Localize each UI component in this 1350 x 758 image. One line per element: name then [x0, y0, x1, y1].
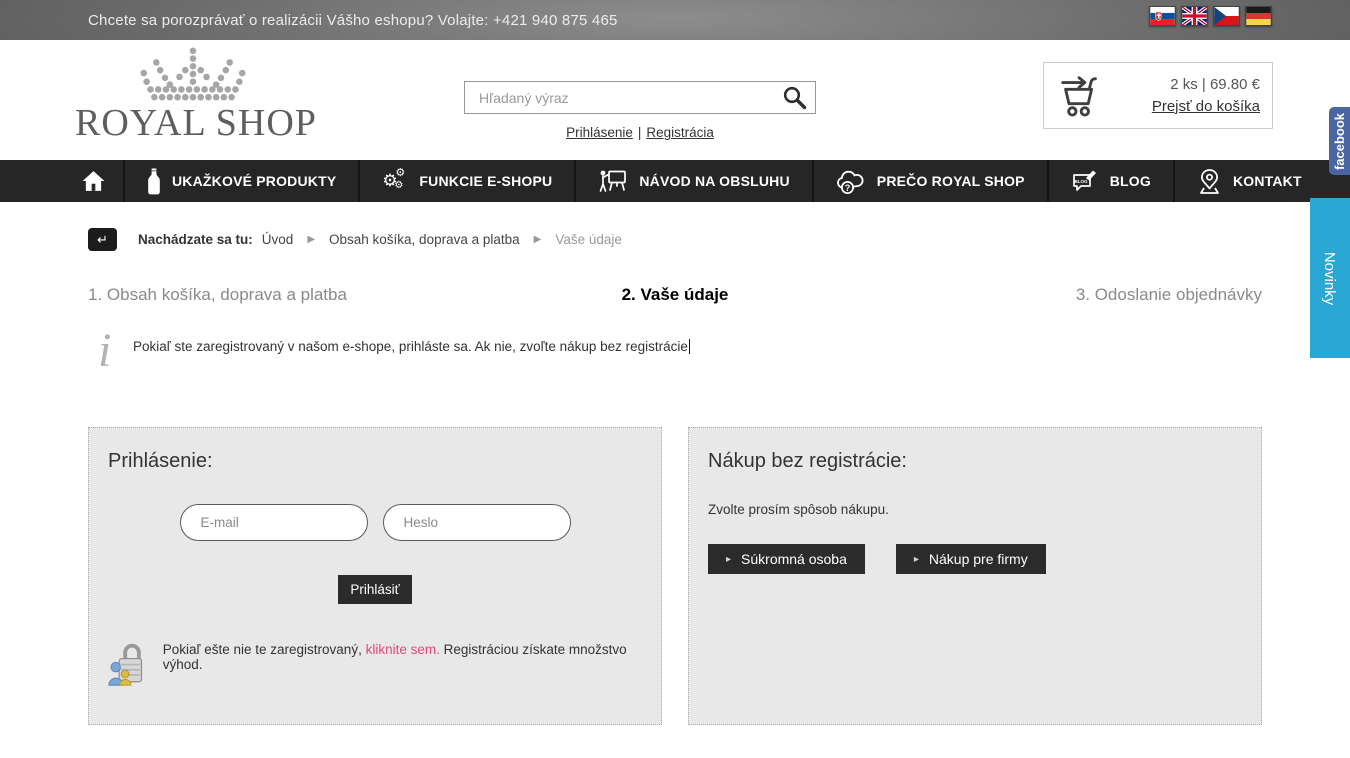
guest-panel-subtitle: Zvolte prosím spôsob nákupu.: [708, 502, 1242, 517]
step-2-your-data: 2. Vaše údaje: [622, 285, 729, 305]
crown-dots-icon: [135, 46, 251, 102]
nav-label: FUNKCIE E-SHOPU: [419, 173, 552, 189]
nav-label: UKAŽKOVÉ PRODUKTY: [172, 173, 336, 189]
text-cursor: [689, 339, 691, 354]
nav-item-contact[interactable]: KONTAKT: [1173, 160, 1324, 202]
login-panel: Prihlásenie: Prihlásiť: [88, 427, 662, 725]
cart-texts: 2 ks | 69.80 € Prejsť do košíka: [1106, 76, 1260, 116]
login-link[interactable]: Prihlásenie: [566, 125, 633, 140]
info-icon: i: [98, 331, 132, 387]
cart-summary: 2 ks | 69.80 €: [1106, 76, 1260, 93]
step-3-send-order: 3. Odoslanie objednávky: [1076, 285, 1262, 305]
topbar: Chcete sa porozprávať o realizácii Vášho…: [0, 0, 1350, 40]
svg-text:BLOG: BLOG: [1074, 179, 1088, 184]
guest-buttons: ▸ Súkromná osoba ▸ Nákup pre firmy: [708, 544, 1242, 574]
flag-czech-republic-icon[interactable]: [1213, 6, 1240, 26]
main-nav: UKAŽKOVÉ PRODUKTY ⚙ ⚙ ⚙ FUNKCIE E-SHOPU …: [0, 160, 1350, 202]
language-flags: [1149, 6, 1272, 26]
search-box: [464, 81, 816, 114]
back-button[interactable]: ↵: [88, 228, 117, 251]
header: ROYAL SHOP Prihlásenie | Registrácia: [0, 40, 1350, 160]
breadcrumb-item-current: Vaše údaje: [555, 232, 622, 247]
password-field[interactable]: [383, 504, 571, 541]
login-inputs: [108, 504, 642, 541]
search-button[interactable]: [781, 85, 809, 113]
topbar-phone-text: Chcete sa porozprávať o realizácii Vášho…: [88, 12, 618, 29]
nav-item-eshop-functions[interactable]: ⚙ ⚙ ⚙ FUNKCIE E-SHOPU: [358, 160, 574, 202]
page: Chcete sa porozprávať o realizácii Vášho…: [0, 0, 1350, 758]
bottle-icon: [147, 168, 161, 195]
guest-checkout-panel: Nákup bez registrácie: Zvolte prosím spô…: [688, 427, 1262, 725]
search-input[interactable]: [465, 82, 815, 113]
register-link[interactable]: Registrácia: [646, 125, 714, 140]
breadcrumb-separator-icon: ▶: [534, 234, 542, 245]
arrow-right-icon: ▸: [914, 554, 919, 565]
register-hint-text: Pokiaľ ešte nie te zaregistrovaný, klikn…: [163, 642, 642, 690]
nav-label: NÁVOD NA OBSLUHU: [639, 173, 789, 189]
nav-item-blog[interactable]: BLOG BLOG: [1047, 160, 1173, 202]
breadcrumb-item-cart[interactable]: Obsah košíka, doprava a platba: [329, 232, 520, 247]
flag-germany-icon[interactable]: [1245, 6, 1272, 26]
svg-text:?: ?: [845, 183, 851, 193]
info-text: Pokiaľ ste zaregistrovaný v našom e-shop…: [133, 339, 690, 387]
checkout-steps: 1. Obsah košíka, doprava a platba 2. Vaš…: [88, 285, 1262, 305]
nav-item-why-royal-shop[interactable]: ? PREČO ROYAL SHOP: [812, 160, 1047, 202]
presenter-board-icon: [598, 168, 628, 194]
company-purchase-button[interactable]: ▸ Nákup pre firmy: [896, 544, 1046, 574]
gears-icon: ⚙ ⚙ ⚙: [382, 168, 408, 194]
arrow-right-icon: ▸: [726, 554, 731, 565]
lock-users-icon: [108, 634, 146, 690]
back-icon: ↵: [97, 232, 108, 247]
panels-row: Prihlásenie: Prihlásiť: [88, 427, 1262, 725]
blog-bubble-icon: BLOG: [1071, 168, 1099, 194]
breadcrumb-item-home[interactable]: Úvod: [262, 232, 294, 247]
search-icon: [782, 85, 808, 111]
nav-item-user-guide[interactable]: NÁVOD NA OBSLUHU: [574, 160, 811, 202]
home-icon: [80, 169, 107, 193]
shop-logo[interactable]: ROYAL SHOP: [75, 46, 311, 142]
cart-icon: [1056, 73, 1106, 119]
auth-links: Prihlásenie | Registrácia: [464, 125, 816, 140]
register-here-link[interactable]: kliknite sem.: [366, 642, 440, 657]
go-to-cart-link[interactable]: Prejsť do košíka: [1152, 98, 1260, 115]
nav-item-home[interactable]: [64, 160, 123, 202]
search-area: Prihlásenie | Registrácia: [464, 81, 816, 140]
nav-label: KONTAKT: [1233, 173, 1302, 189]
news-side-tab[interactable]: Novinky: [1310, 198, 1350, 358]
flag-slovakia-icon[interactable]: [1149, 6, 1176, 26]
facebook-side-tab[interactable]: facebook: [1329, 107, 1350, 175]
email-field[interactable]: [180, 504, 368, 541]
cloud-question-icon: ?: [836, 168, 866, 195]
login-panel-title: Prihlásenie:: [108, 450, 642, 473]
step-1-cart: 1. Obsah košíka, doprava a platba: [88, 285, 622, 305]
breadcrumb: ↵ Nachádzate sa tu: Úvod ▶ Obsah košíka,…: [88, 228, 1262, 251]
facebook-tab-label: facebook: [1332, 112, 1347, 169]
guest-panel-title: Nákup bez registrácie:: [708, 450, 1242, 473]
nav-label: BLOG: [1110, 173, 1151, 189]
flag-united-kingdom-icon[interactable]: [1181, 6, 1208, 26]
info-row: i Pokiaľ ste zaregistrovaný v našom e-sh…: [88, 331, 1262, 387]
breadcrumb-label: Nachádzate sa tu:: [138, 232, 253, 247]
map-pin-icon: [1197, 168, 1222, 195]
logo-title: ROYAL SHOP: [75, 104, 311, 142]
nav-label: PREČO ROYAL SHOP: [877, 173, 1025, 189]
cart-box[interactable]: 2 ks | 69.80 € Prejsť do košíka: [1043, 62, 1273, 129]
news-tab-label: Novinky: [1322, 251, 1339, 304]
breadcrumb-separator-icon: ▶: [307, 234, 315, 245]
auth-links-separator: |: [638, 125, 642, 140]
nav-item-sample-products[interactable]: UKAŽKOVÉ PRODUKTY: [123, 160, 358, 202]
main-content: ↵ Nachádzate sa tu: Úvod ▶ Obsah košíka,…: [0, 228, 1350, 725]
login-submit-button[interactable]: Prihlásiť: [338, 575, 412, 604]
private-person-button[interactable]: ▸ Súkromná osoba: [708, 544, 865, 574]
register-hint-row: Pokiaľ ešte nie te zaregistrovaný, klikn…: [108, 634, 642, 690]
